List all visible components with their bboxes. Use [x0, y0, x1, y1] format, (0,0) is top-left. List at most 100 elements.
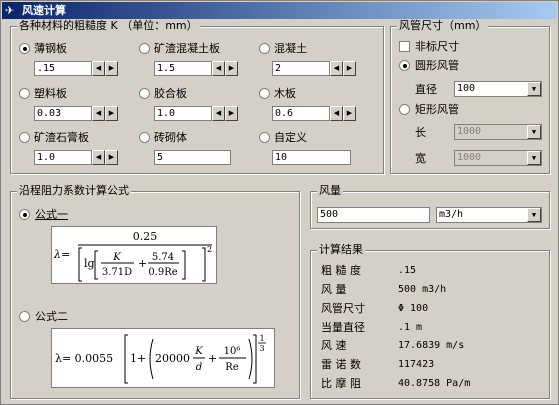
f1-lambda: λ= — [53, 248, 70, 261]
wood-left-button[interactable]: ◀ — [330, 106, 343, 121]
f2-Re: Re — [225, 362, 239, 373]
f1-numerator: 0.25 — [133, 230, 158, 243]
f2-lhs: λ= 0.0055 — [55, 352, 113, 365]
label-formula-2: 公式二 — [35, 310, 68, 323]
slag-gypsum-left-button[interactable]: ◀ — [92, 150, 105, 165]
f1-plus: + — [138, 257, 147, 270]
radio-plastic[interactable] — [19, 88, 30, 99]
f1-K: K — [112, 252, 121, 263]
radio-rect-duct[interactable] — [399, 104, 410, 115]
slag-concrete-input[interactable]: 1.5 — [154, 61, 212, 76]
label-plywood: 胶合板 — [154, 87, 187, 100]
label-round-duct: 圆形风管 — [415, 59, 459, 72]
f2-d: d — [196, 362, 202, 373]
width-value: 1000 — [457, 152, 482, 163]
duct-legend: 风管尺寸（mm） — [397, 19, 489, 33]
concrete-right-button[interactable]: ▶ — [343, 61, 356, 76]
radio-slag-concrete[interactable] — [139, 43, 150, 54]
plywood-left-button[interactable]: ◀ — [212, 106, 225, 121]
formula-2-box: λ= 0.0055 1+ 20000 K d + 10⁶ Re 1 3 — [51, 328, 275, 388]
app-icon: ✈ — [5, 4, 15, 17]
f2-exp-num: 1 — [259, 334, 264, 343]
plastic-input[interactable]: 0.03 — [34, 106, 92, 121]
flow-unit-select[interactable]: m3/h ▼ — [436, 207, 542, 223]
chevron-down-icon[interactable]: ▼ — [527, 151, 541, 165]
label-slag-gypsum: 矿渣石膏板 — [34, 131, 89, 144]
length-select[interactable]: 1000 ▼ — [454, 124, 542, 140]
label-formula-1: 公式一 — [35, 208, 68, 221]
label-concrete: 混凝土 — [274, 42, 307, 55]
f1-den1: 3.71D — [102, 267, 132, 278]
f1-n2: 5.74 — [152, 252, 174, 263]
slag-gypsum-input[interactable]: 1.0 — [34, 150, 92, 165]
result-value-roughness: .15 — [398, 265, 417, 276]
window-title: 风速计算 — [22, 4, 66, 17]
chevron-down-icon[interactable]: ▼ — [527, 125, 541, 139]
radio-slag-gypsum[interactable] — [19, 132, 30, 143]
width-select[interactable]: 1000 ▼ — [454, 150, 542, 166]
concrete-left-button[interactable]: ◀ — [330, 61, 343, 76]
result-label-duct-size: 风管尺寸 — [321, 302, 365, 315]
f1-square: 2 — [207, 245, 212, 254]
calculator-window: ✈ 风速计算 各种材料的粗糙度 K （单位：mm） 薄钢板 矿渣混凝土板 混凝土… — [0, 0, 559, 405]
custom-input[interactable]: 10 — [272, 150, 351, 165]
label-custom: 自定义 — [274, 131, 307, 144]
wood-right-button[interactable]: ▶ — [343, 106, 356, 121]
concrete-input[interactable]: 2 — [272, 61, 330, 76]
title-bar[interactable]: ✈ 风速计算 — [2, 2, 557, 19]
formula-2-svg: λ= 0.0055 1+ 20000 K d + 10⁶ Re 1 3 — [55, 334, 266, 384]
steel-input[interactable]: .15 — [34, 61, 92, 76]
diameter-select[interactable]: 100 ▼ — [454, 81, 542, 97]
chevron-down-icon[interactable]: ▼ — [527, 208, 541, 222]
wood-input[interactable]: 0.6 — [272, 106, 330, 121]
formula-1-svg: λ= 0.25 lg K 3.71D + 5.74 0.9Re 2 — [53, 230, 212, 282]
radio-plywood[interactable] — [139, 88, 150, 99]
result-label-velocity: 风 速 — [321, 339, 347, 352]
f1-d2: 0.9Re — [148, 267, 177, 278]
f2-one: 1+ — [130, 352, 146, 365]
result-value-friction: 40.8758 Pa/m — [398, 378, 471, 389]
f1-lg: lg — [84, 257, 95, 270]
plywood-right-button[interactable]: ▶ — [225, 106, 238, 121]
plastic-right-button[interactable]: ▶ — [105, 106, 118, 121]
label-plastic: 塑料板 — [34, 87, 67, 100]
label-diameter: 直径 — [415, 83, 437, 96]
steel-right-button[interactable]: ▶ — [105, 61, 118, 76]
roughness-legend: 各种材料的粗糙度 K （单位：mm） — [17, 19, 200, 33]
flow-legend: 风量 — [317, 184, 343, 198]
results-legend: 计算结果 — [317, 243, 365, 257]
radio-formula-2[interactable] — [19, 311, 30, 322]
plywood-input[interactable]: 1.0 — [154, 106, 212, 121]
nonstandard-checkbox[interactable] — [399, 41, 410, 52]
length-value: 1000 — [457, 126, 482, 137]
formula-1-box: λ= 0.25 lg K 3.71D + 5.74 0.9Re 2 — [51, 226, 217, 284]
label-wood: 木板 — [274, 87, 296, 100]
result-value-duct-size: Φ 100 — [398, 303, 429, 314]
radio-custom[interactable] — [259, 132, 270, 143]
radio-formula-1[interactable] — [19, 209, 30, 220]
diameter-value: 100 — [457, 83, 476, 94]
label-slag-concrete: 矿渣混凝土板 — [154, 42, 220, 55]
result-value-velocity: 17.6839 m/s — [398, 340, 465, 351]
radio-round-duct[interactable] — [399, 60, 410, 71]
radio-brick[interactable] — [139, 132, 150, 143]
radio-steel[interactable] — [19, 43, 30, 54]
slag-concrete-right-button[interactable]: ▶ — [225, 61, 238, 76]
chevron-down-icon[interactable]: ▼ — [527, 82, 541, 96]
label-steel: 薄钢板 — [34, 42, 67, 55]
slag-gypsum-right-button[interactable]: ▶ — [105, 150, 118, 165]
flow-input[interactable]: 500 — [317, 207, 430, 223]
flow-unit-value: m3/h — [439, 209, 464, 220]
radio-concrete[interactable] — [259, 43, 270, 54]
f2-1e6: 10⁶ — [224, 346, 241, 357]
slag-concrete-left-button[interactable]: ◀ — [212, 61, 225, 76]
label-nonstandard: 非标尺寸 — [415, 40, 459, 53]
plastic-left-button[interactable]: ◀ — [92, 106, 105, 121]
label-length: 长 — [415, 126, 426, 139]
brick-input[interactable]: 5 — [154, 150, 231, 165]
steel-left-button[interactable]: ◀ — [92, 61, 105, 76]
result-value-reynolds: 117423 — [398, 359, 435, 370]
result-label-roughness: 粗 糙 度 — [321, 264, 361, 277]
f2-plus: + — [208, 352, 217, 365]
radio-wood[interactable] — [259, 88, 270, 99]
